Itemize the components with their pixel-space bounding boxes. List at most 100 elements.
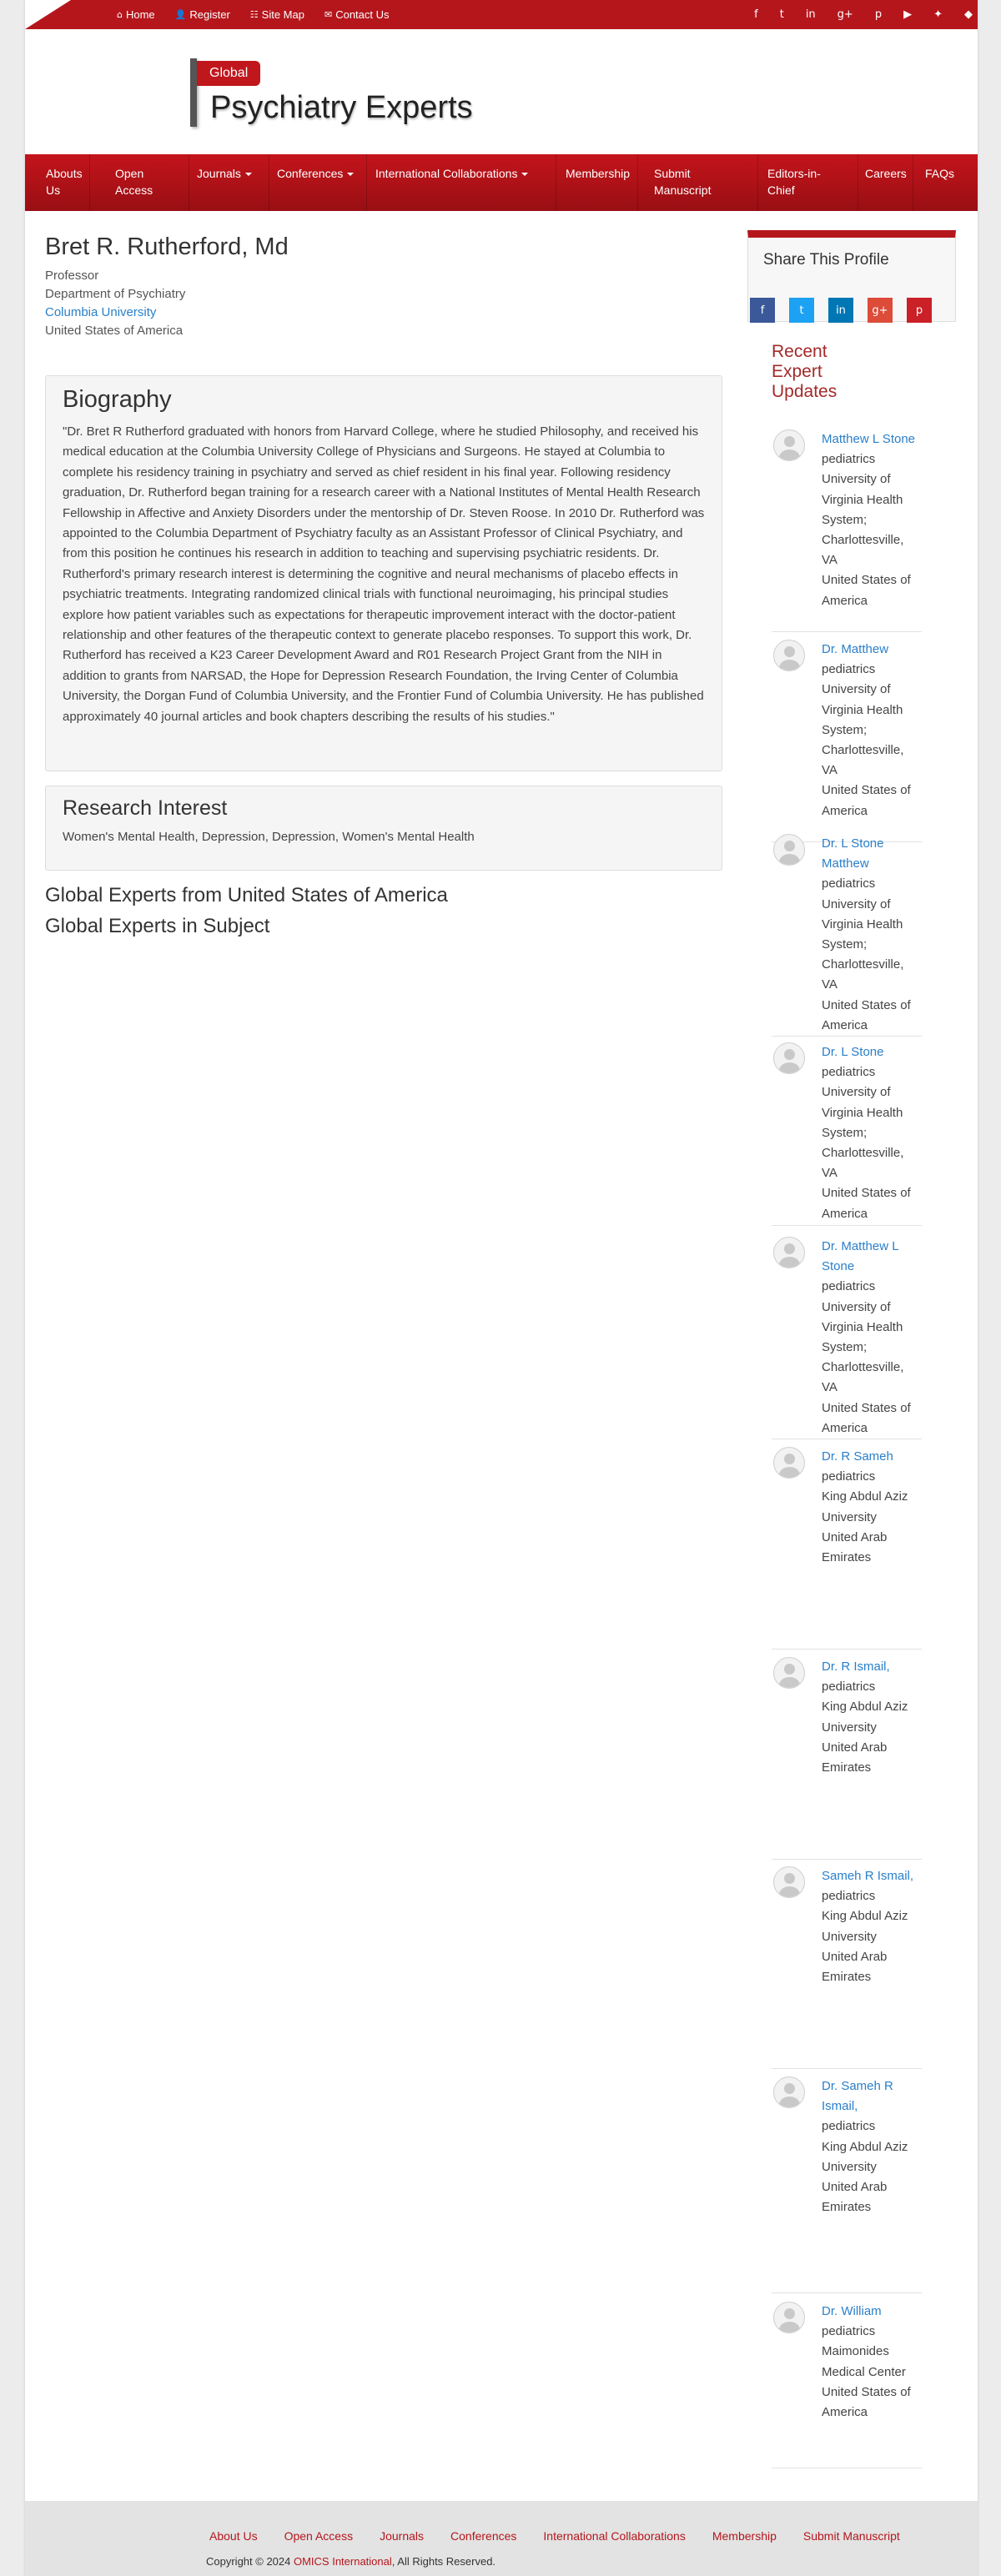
nav-journals[interactable]: Journals [197,154,252,211]
nav-membership[interactable]: Membership [566,154,630,211]
recent-expert-info: Dr. Sameh R Ismail, pediatrics King Abdul … [822,2076,922,2217]
linkedin-share-icon[interactable]: in [828,298,853,323]
top-link-contact-us[interactable]: ✉ Contact Us [324,8,390,21]
top-link-label: Site Map [261,8,304,21]
social-icon[interactable]: g+ [838,8,853,21]
avatar-head [784,2083,795,2094]
chevron-down-icon [347,173,355,177]
avatar [773,2076,805,2108]
footer-link-open-access[interactable]: Open Access [284,2529,354,2543]
recent-expert-country: United States of America [822,573,911,608]
recent-expert-institution: University of Virginia Health System; Ch… [822,1299,904,1395]
recent-expert-info: Dr. R Ismail, pediatrics King Abdul Aziz U… [822,1657,922,1778]
avatar-body [779,2322,800,2332]
recent-expert-name-link[interactable]: Dr. Matthew [822,640,922,660]
footer-link-journals[interactable]: Journals [380,2529,424,2543]
recent-expert-name-link[interactable]: Dr. William [822,2302,922,2322]
avatar-body [779,2096,800,2107]
nav-about-us[interactable]: Abouts Us [46,154,96,211]
recent-expert-name-link[interactable]: Dr. R Sameh [822,1447,922,1467]
nav-conferences[interactable]: Conferences [277,154,355,211]
omics-link[interactable]: OMICS International [294,2555,392,2568]
recent-expert-institution: King Abdul Aziz University [822,2139,908,2174]
copyright-prefix: Copyright © 2024 [206,2555,294,2568]
avatar-body [779,1062,800,1073]
recent-expert-specialty: pediatrics [822,1889,876,1904]
recent-expert-info: Dr. L Stone pediatrics University of Virgi… [822,1042,922,1224]
social-icon[interactable]: t [780,8,784,21]
research-interest-text: Women's Mental Health, Depression, Depre… [63,830,475,844]
recent-expert-item: Dr. L Stone Matthew pediatrics University … [772,834,922,1037]
nav-conferences-label: Conferences [277,167,344,180]
nav-international-collaborations[interactable]: International Collaborations [375,154,529,211]
recent-expert-specialty: pediatrics [822,2119,876,2134]
recent-expert-info: Dr. L Stone Matthew pediatrics University … [822,834,922,1036]
top-link-label: Register [189,8,230,21]
recent-expert-item: Dr. Sameh R Ismail, pediatrics King Abdul … [772,2076,922,2293]
share-profile-box: Share This Profile f t in g+ p [747,230,956,323]
avatar-body [779,660,800,670]
recent-expert-name-link[interactable]: Sameh R Ismail, [822,1866,922,1886]
avatar-head [784,1664,795,1675]
top-link-home[interactable]: ⌂ Home [117,8,155,21]
avatar-body [779,1886,800,1897]
social-icon[interactable]: ✦ [933,8,943,21]
avatar [773,1447,805,1479]
top-links: ⌂ Home 👤 Register ☷ Site Map ✉ Contact Us [117,0,390,29]
social-icon[interactable]: in [806,8,816,21]
top-social-links: f t in g+ p ▶ ✦ ◆ [754,0,973,29]
top-link-register[interactable]: 👤 Register [175,8,230,21]
expert-university-link[interactable]: Columbia University [45,305,156,319]
nav-editors-in-chief[interactable]: Editors-in-Chief [767,154,834,211]
recent-expert-country: United Arab Emirates [822,1740,888,1775]
recent-expert-item: Matthew L Stone pediatrics University of V… [772,429,922,632]
recent-expert-name-link[interactable]: Dr. Sameh R Ismail, [822,2076,922,2117]
recent-expert-name-link[interactable]: Dr. R Ismail, [822,1657,922,1677]
recent-expert-name-link[interactable]: Dr. Matthew L Stone [822,1237,922,1277]
nav-open-access[interactable]: Open Access [115,154,165,211]
top-link-site-map[interactable]: ☷ Site Map [250,8,304,21]
avatar [773,1866,805,1898]
social-icon[interactable]: ◆ [964,8,973,21]
footer-link-international-collaborations[interactable]: International Collaborations [543,2529,685,2543]
social-icon[interactable]: f [754,8,758,21]
avatar-head [784,646,795,657]
nav-careers[interactable]: Careers [865,154,907,211]
avatar [773,1657,805,1689]
footer-link-submit-manuscript[interactable]: Submit Manuscript [803,2529,900,2543]
nav-divider [637,154,638,211]
recent-expert-name-link[interactable]: Dr. L Stone [822,1042,922,1062]
global-experts-country-link[interactable]: Global Experts from United States of Ame… [45,884,448,907]
brand-title: Psychiatry Experts [210,90,473,125]
global-experts-subject-link[interactable]: Global Experts in Subject [45,915,269,938]
top-link-label: Contact Us [335,8,390,21]
brand-flagpole [190,58,197,127]
social-icon[interactable]: ▶ [903,8,912,21]
footer-link-membership[interactable]: Membership [712,2529,777,2543]
recent-expert-item: Dr. William pediatrics Maimonides Medical … [772,2302,922,2468]
avatar-head [784,1454,795,1464]
main-nav: Abouts Us Open Access Journals Conferenc… [25,154,978,211]
footer-link-about-us[interactable]: About Us [209,2529,258,2543]
pinterest-share-icon[interactable]: p [907,298,932,323]
research-interest-heading: Research Interest [63,796,228,820]
avatar-head [784,1873,795,1884]
social-icon[interactable]: p [875,8,882,21]
recent-expert-institution: Maimonides Medical Center [822,2344,906,2379]
recent-expert-country: United States of America [822,783,911,818]
twitter-share-icon[interactable]: t [789,298,814,323]
footer-links: About Us Open Access Journals Conferences In… [209,2529,900,2543]
recent-expert-name-link[interactable]: Matthew L Stone [822,429,922,449]
recent-expert-country: United States of America [822,997,911,1032]
recent-expert-country: United Arab Emirates [822,1949,888,1985]
nav-divider [757,154,758,211]
nav-faqs[interactable]: FAQs [925,154,954,211]
facebook-share-icon[interactable]: f [750,298,775,323]
recent-expert-name-link[interactable]: Dr. L Stone Matthew [822,834,922,874]
recent-expert-specialty: pediatrics [822,452,876,467]
chevron-down-icon [244,173,252,177]
nav-submit-manuscript[interactable]: Submit Manuscript [654,154,729,211]
footer-link-conferences[interactable]: Conferences [450,2529,516,2543]
brand-badge: Global [197,61,261,86]
googleplus-share-icon[interactable]: g+ [868,298,893,323]
